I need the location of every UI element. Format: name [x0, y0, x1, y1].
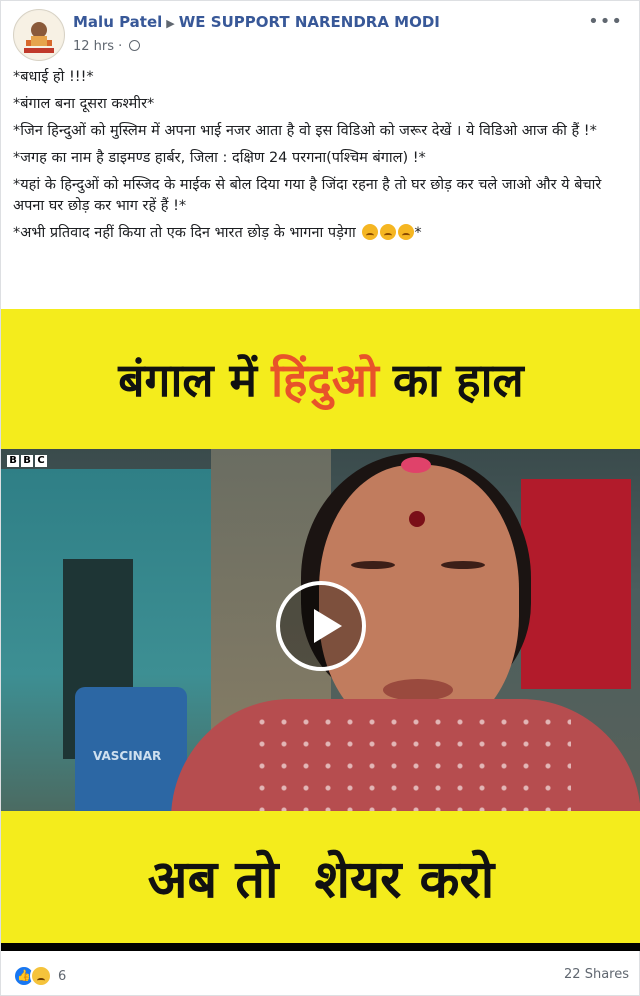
message-line: *यहां के हिन्दुओं को मस्जिद के माईक से ब… [13, 177, 602, 214]
shared-to-arrow-icon: ▶ [166, 17, 175, 30]
author-line: Malu Patel ▶ WE SUPPORT NARENDRA MODI [73, 13, 440, 31]
message-line-end: * [414, 225, 422, 241]
post-timestamp[interactable]: 12 hrs [73, 39, 114, 54]
banner-bottom-text: अब तो शेयर करो [147, 849, 495, 910]
person-mouth [383, 679, 453, 701]
watermark-letter: C [35, 455, 47, 467]
author-name[interactable]: Malu Patel [73, 13, 162, 31]
watermark-letter: B [21, 455, 33, 467]
divider [1, 943, 640, 951]
shares-count[interactable]: 22 Shares [564, 967, 629, 982]
group-name[interactable]: WE SUPPORT NARENDRA MODI [179, 13, 440, 31]
banner-top-text: बंगाल में [118, 353, 258, 407]
person-eye [441, 561, 485, 569]
author-avatar[interactable] [13, 9, 65, 61]
message-line: *बंगाल बना दूसरा कश्मीर* [13, 96, 155, 112]
sad-reaction-icon [30, 965, 52, 987]
facebook-post: Malu Patel ▶ WE SUPPORT NARENDRA MODI 12 h… [0, 0, 640, 996]
globe-icon [129, 40, 141, 51]
post-message: *बधाई हो !!!* *बंगाल बना दूसरा कश्मीर* *… [13, 67, 625, 250]
message-line: *जगह का नाम है डाइमण्ड हार्बर, जिला : दक… [13, 150, 426, 166]
bindi-mark [409, 511, 425, 527]
bbc-watermark: B B C [7, 455, 47, 467]
message-line: *बधाई हो !!!* [13, 69, 94, 85]
angry-face-emoji-icon [362, 224, 379, 240]
reaction-summary[interactable]: 👍 6 [13, 965, 66, 987]
video-banner-bottom: अब तो शेयर करो [1, 811, 640, 943]
watermark-letter: B [7, 455, 19, 467]
message-line-last: *अभी प्रतिवाद नहीं किया तो एक दिन भारत छ… [13, 223, 625, 244]
post-header: Malu Patel ▶ WE SUPPORT NARENDRA MODI 12 h… [13, 9, 629, 61]
post-footer: 👍 6 22 Shares [13, 963, 629, 989]
reaction-count: 6 [58, 968, 67, 984]
banner-top-text: का हाल [392, 353, 524, 407]
video-player[interactable]: बंगाल में हिंदुओ का हाल VASCINAR B B C अ… [1, 309, 640, 951]
play-icon[interactable] [276, 581, 366, 671]
angry-face-emoji-icon [398, 224, 415, 240]
message-line: *जिन हिन्दुओं को मुस्लिम में अपना भाई नज… [13, 123, 597, 139]
message-line-text: *अभी प्रतिवाद नहीं किया तो एक दिन भारत छ… [13, 225, 356, 241]
ellipsis-icon[interactable]: ••• [588, 11, 623, 32]
sindoor-mark [401, 457, 431, 473]
angry-face-emoji-icon [380, 224, 397, 240]
post-meta: 12 hrs · [73, 39, 141, 54]
video-banner-top: बंगाल में हिंदुओ का हाल [1, 309, 640, 449]
sari-pattern [251, 711, 571, 811]
avatar-image [15, 11, 63, 59]
person-eye [351, 561, 395, 569]
banner-top-highlight: हिंदुओ [271, 353, 379, 407]
background-curtain [521, 479, 631, 689]
barrel-label: VASCINAR [93, 749, 162, 763]
